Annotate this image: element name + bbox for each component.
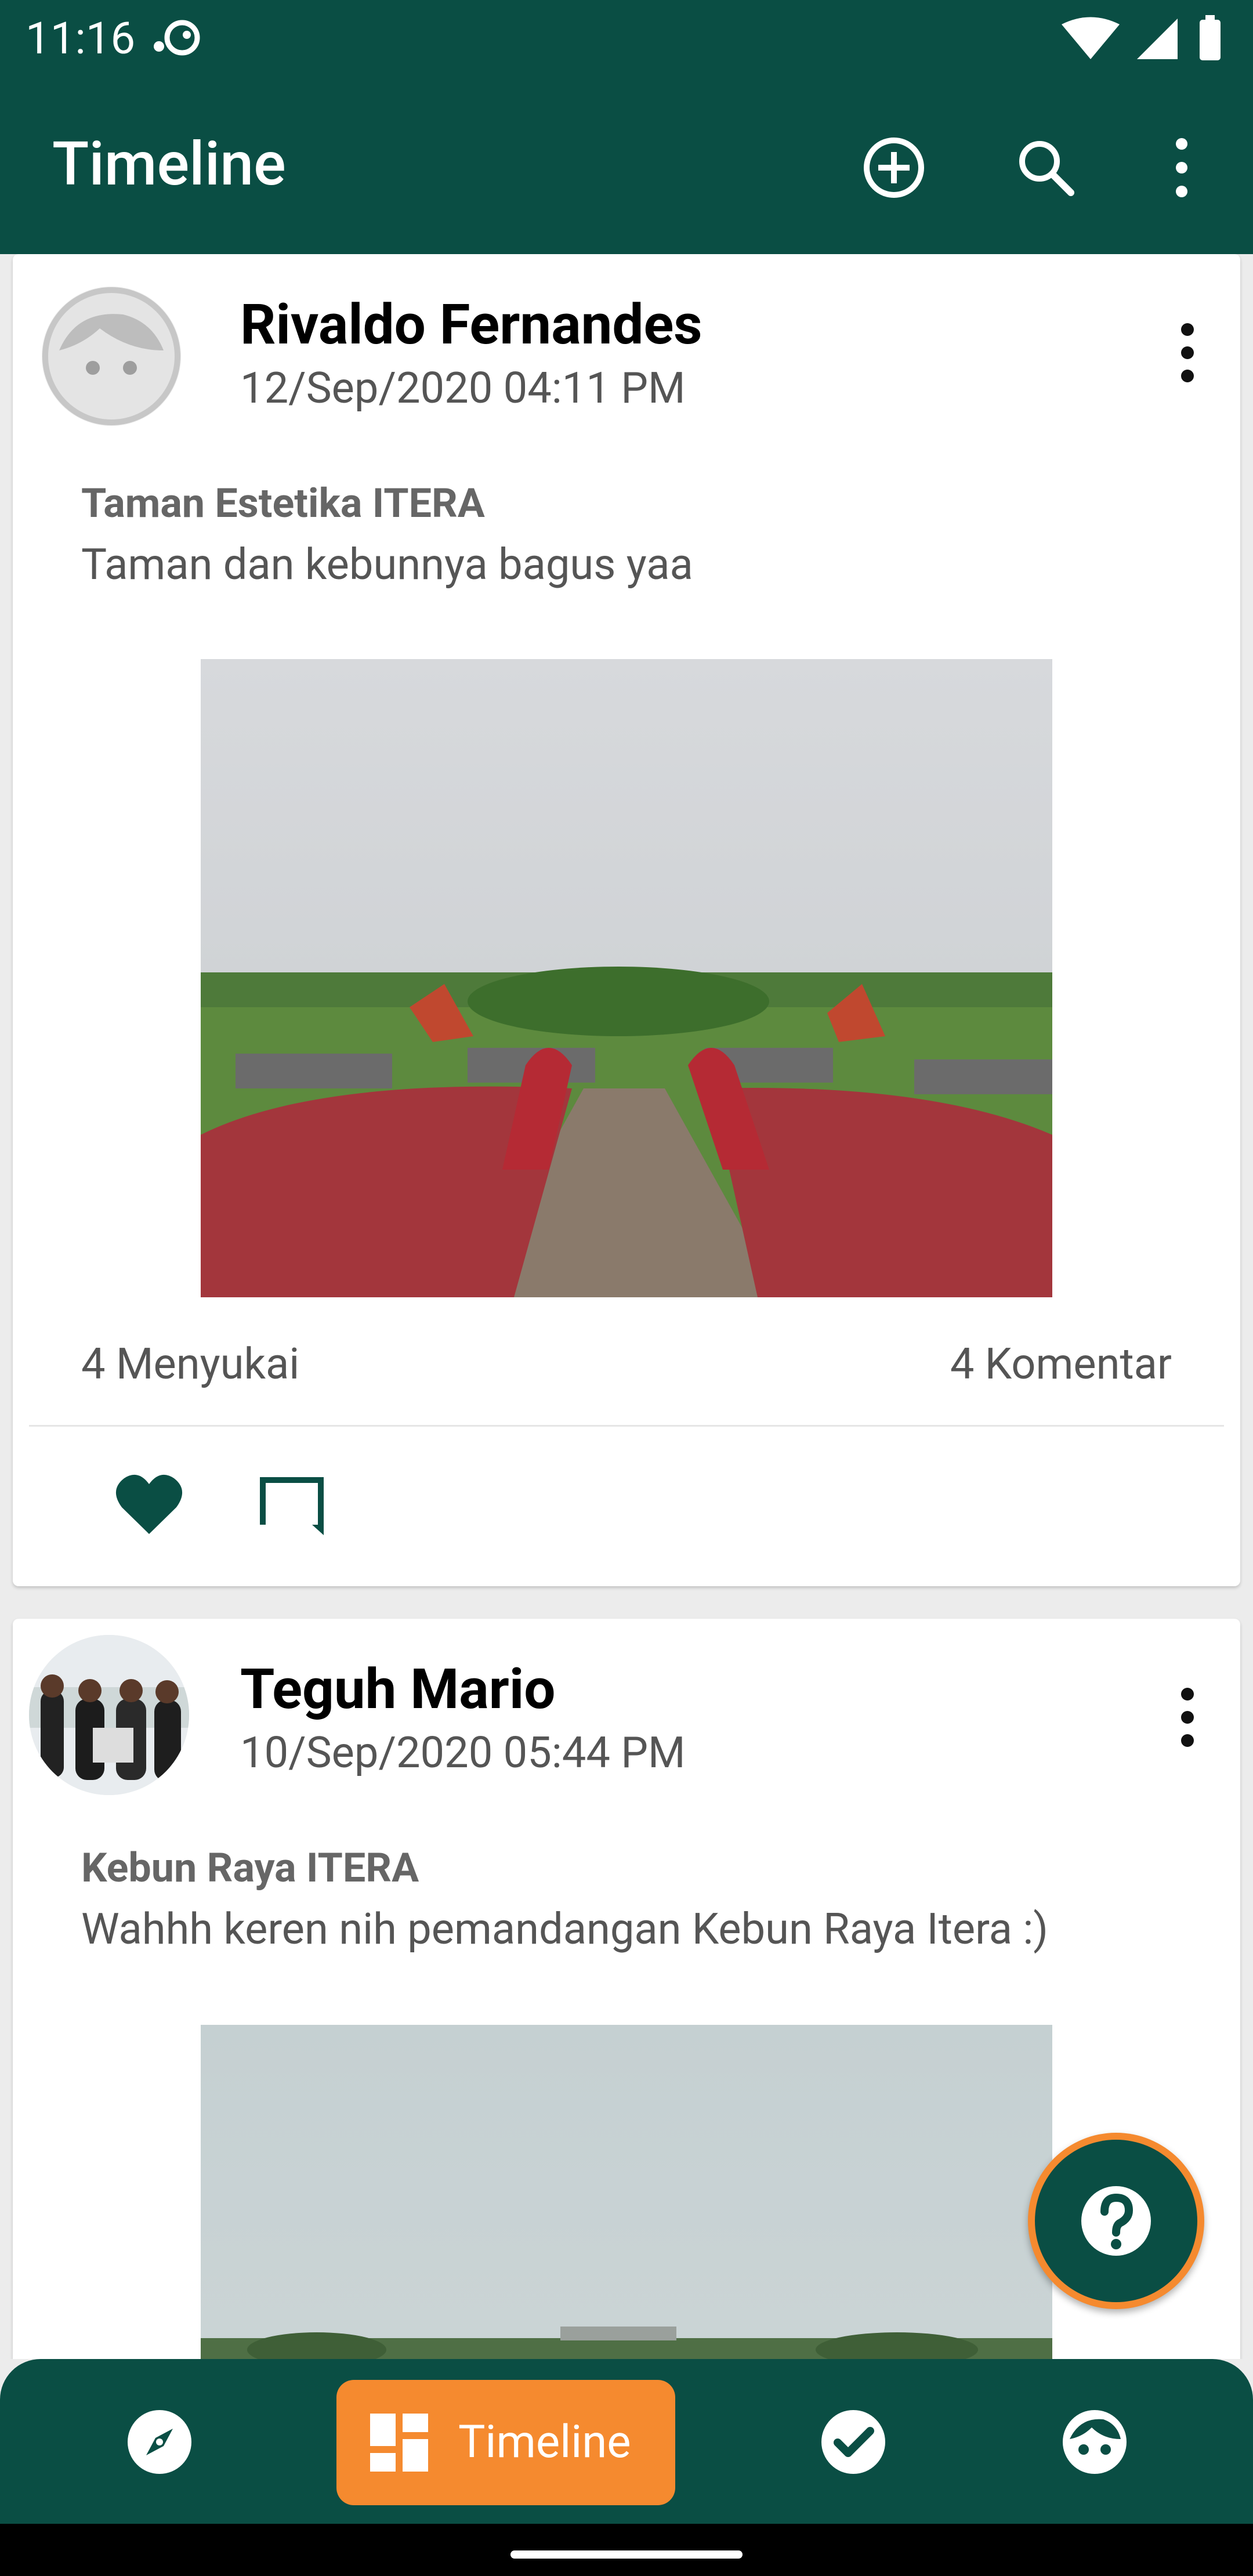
nav-timeline[interactable]: Timeline: [336, 2380, 675, 2505]
face-icon: [1063, 2410, 1127, 2474]
post-caption: Wahhh keren nih pemandangan Kebun Raya I…: [81, 1904, 1049, 1955]
post-date: 12/Sep/2020 04:11 PM: [240, 363, 686, 414]
battery-icon: [1200, 20, 1221, 60]
help-icon: [1081, 2186, 1151, 2256]
signal-icon: [1137, 19, 1178, 59]
profile-photo: [29, 1635, 189, 1795]
avatar[interactable]: [42, 287, 181, 426]
more-vert-icon[interactable]: [1150, 136, 1214, 200]
notification-icon: [154, 20, 200, 56]
check-circle-icon: [821, 2410, 885, 2474]
post-author[interactable]: Rivaldo Fernandes: [240, 290, 702, 360]
more-vert-icon[interactable]: [1167, 1683, 1208, 1752]
page-title: Timeline: [52, 129, 286, 200]
dashboard-icon: [370, 2414, 428, 2472]
home-gesture-handle[interactable]: [510, 2550, 743, 2559]
post-date: 10/Sep/2020 05:44 PM: [240, 1728, 686, 1778]
bottom-navigation: Timeline: [0, 2359, 1253, 2524]
timeline-feed[interactable]: Rivaldo Fernandes 12/Sep/2020 04:11 PM T…: [0, 254, 1253, 2359]
face-placeholder-icon: [42, 287, 180, 425]
system-navigation-bar: [0, 2524, 1253, 2576]
post-title: Taman Estetika ITERA: [81, 480, 485, 527]
divider: [29, 1425, 1224, 1427]
status-time: 11:16: [26, 12, 136, 64]
add-circle-icon[interactable]: [862, 136, 926, 200]
wifi-icon: [1062, 17, 1120, 59]
help-button-inner: [1035, 2140, 1197, 2302]
post-author[interactable]: Teguh Mario: [240, 1655, 555, 1724]
help-button[interactable]: [1028, 2133, 1204, 2309]
search-icon[interactable]: [1014, 136, 1078, 200]
more-vert-icon[interactable]: [1167, 318, 1208, 388]
nav-profile[interactable]: [1057, 2404, 1132, 2480]
post-title: Kebun Raya ITERA: [81, 1844, 419, 1892]
heart-icon[interactable]: [111, 1467, 187, 1542]
app-bar: Timeline: [0, 77, 1253, 254]
post-card: Rivaldo Fernandes 12/Sep/2020 04:11 PM T…: [13, 254, 1240, 1586]
nav-explore[interactable]: [122, 2404, 197, 2480]
avatar[interactable]: [29, 1635, 189, 1795]
nav-tasks[interactable]: [816, 2404, 891, 2480]
post-caption: Taman dan kebunnya bagus yaa: [81, 540, 693, 590]
likes-count[interactable]: 4 Menyukai: [81, 1336, 299, 1394]
comments-count[interactable]: 4 Komentar: [950, 1336, 1172, 1394]
post-photo[interactable]: [201, 2025, 1052, 2359]
explore-icon: [128, 2410, 191, 2474]
comment-icon[interactable]: [254, 1467, 329, 1542]
status-icons: [1062, 15, 1221, 60]
post-photo[interactable]: [201, 659, 1052, 1297]
nav-timeline-label: Timeline: [458, 2416, 631, 2469]
status-bar: 11:16: [0, 0, 1253, 77]
